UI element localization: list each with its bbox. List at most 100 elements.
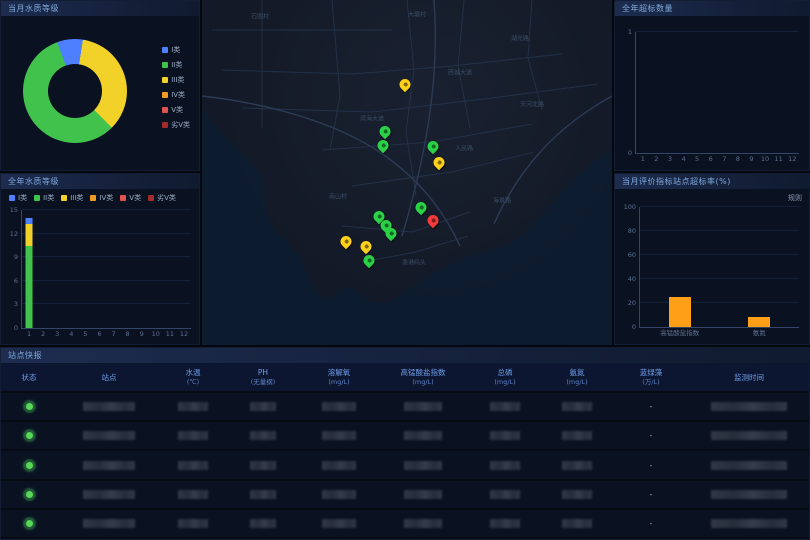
cell-station xyxy=(57,393,161,420)
status-dot xyxy=(25,402,34,411)
col-header-label: 蓝绿藻 xyxy=(613,368,689,377)
col-header-tp: 总磷(mg/L) xyxy=(469,368,541,386)
cell-ph xyxy=(225,451,301,478)
map-pin-green[interactable] xyxy=(380,126,391,137)
redacted-value xyxy=(178,402,208,411)
legend-item-class-6[interactable]: 劣V类 xyxy=(148,194,176,202)
col-header-ph: PH(无量纲) xyxy=(225,368,301,386)
legend-item-class-2[interactable]: II类 xyxy=(162,61,190,69)
table-row[interactable]: - xyxy=(1,481,809,510)
map-pin-yellow[interactable] xyxy=(361,241,372,252)
month-grade-donut-chart xyxy=(23,39,127,143)
month-rate-plot: 020406080100高锰酸盐指数氨氮 xyxy=(639,207,799,328)
cell-status xyxy=(1,510,57,537)
cell-do xyxy=(301,422,377,449)
table-row[interactable]: - xyxy=(1,451,809,480)
legend-item-class-2[interactable]: II类 xyxy=(34,194,54,202)
bar-segment-2 xyxy=(26,218,33,224)
map-pin-green[interactable] xyxy=(428,141,439,152)
status-dot xyxy=(25,490,34,499)
month-grade-legend: I类 II类 III类 IV类 V类劣V类 xyxy=(162,46,190,129)
legend-swatch xyxy=(162,107,168,113)
y-tick-label: 20 xyxy=(628,299,636,307)
legend-swatch xyxy=(90,195,96,201)
map-pin-green[interactable] xyxy=(364,255,375,266)
cell-do xyxy=(301,510,377,537)
legend-item-class-4[interactable]: IV类 xyxy=(162,91,190,99)
cell-tp xyxy=(469,393,541,420)
cell-temp xyxy=(161,481,225,508)
map-label-9: 渔港码头 xyxy=(402,258,426,267)
col-header-do: 溶解氧(mg/L) xyxy=(301,368,377,386)
x-tick-label: 4 xyxy=(681,156,685,163)
table-row[interactable]: - xyxy=(1,510,809,539)
station-map[interactable]: 石围村大塘村湖光路西城大道天河北路滨海大道人民路南山村海景路渔港码头 xyxy=(202,0,612,345)
legend-item-class-6[interactable]: 劣V类 xyxy=(162,121,190,129)
col-header-unit: (℃) xyxy=(161,378,225,386)
legend-item-class-3[interactable]: III类 xyxy=(61,194,83,202)
map-pin-yellow[interactable] xyxy=(400,79,411,90)
legend-item-class-5[interactable]: V类 xyxy=(120,194,141,202)
panel-title: 全年水质等级 xyxy=(8,177,59,186)
table-body: ----- xyxy=(1,393,809,539)
gridline xyxy=(640,302,799,303)
legend-item-class-1[interactable]: I类 xyxy=(9,194,27,202)
cell-status xyxy=(1,422,57,449)
col-header-label: 监测时间 xyxy=(689,373,809,382)
legend-item-class-1[interactable]: I类 xyxy=(162,46,190,54)
panel-month-rate: 当月评价指标站点超标率(%) 规则 020406080100高锰酸盐指数氨氮 xyxy=(614,173,810,345)
cell-tp xyxy=(469,510,541,537)
redacted-value xyxy=(322,519,356,528)
legend-label: III类 xyxy=(171,76,184,84)
table-row[interactable]: - xyxy=(1,422,809,451)
x-tick-label: 1 xyxy=(641,156,645,163)
map-pin-green[interactable] xyxy=(416,202,427,213)
redacted-value xyxy=(562,431,592,440)
redacted-value xyxy=(83,519,135,528)
year-grade-chart: 03691215123456789101112 xyxy=(1,204,199,344)
map-pin-yellow[interactable] xyxy=(341,236,352,247)
col-header-temp: 水温(℃) xyxy=(161,368,225,386)
cell-codmn xyxy=(377,510,469,537)
map-label-4: 天河北路 xyxy=(520,100,544,109)
x-tick-label: 4 xyxy=(69,331,73,338)
col-header-unit: (mg/L) xyxy=(301,378,377,386)
legend-label: 劣V类 xyxy=(171,121,190,129)
x-tick-label: 2 xyxy=(41,331,45,338)
map-label-0: 石围村 xyxy=(251,12,269,21)
redacted-value xyxy=(490,519,520,528)
legend-item-class-4[interactable]: IV类 xyxy=(90,194,113,202)
map-label-8: 海景路 xyxy=(493,196,511,205)
redacted-value xyxy=(711,461,787,470)
redacted-value xyxy=(83,490,135,499)
legend-item-class-5[interactable]: V类 xyxy=(162,106,190,114)
redacted-value xyxy=(562,490,592,499)
legend-swatch xyxy=(162,92,168,98)
map-pin-red[interactable] xyxy=(428,215,439,226)
redacted-value xyxy=(404,490,442,499)
y-tick-label: 3 xyxy=(14,300,18,308)
redacted-value xyxy=(83,402,135,411)
cell-status xyxy=(1,481,57,508)
redacted-value xyxy=(404,431,442,440)
table-row[interactable]: - xyxy=(1,393,809,422)
gridline xyxy=(636,31,799,32)
map-pin-green[interactable] xyxy=(386,228,397,239)
pin-icon xyxy=(425,213,441,229)
redacted-value xyxy=(250,402,276,411)
map-label-5: 滨海大道 xyxy=(360,114,384,123)
redacted-value xyxy=(490,490,520,499)
gridline xyxy=(640,230,799,231)
year-grade-plot: 03691215123456789101112 xyxy=(21,210,191,329)
map-pin-yellow[interactable] xyxy=(434,157,445,168)
legend-item-class-3[interactable]: III类 xyxy=(162,76,190,84)
pin-icon xyxy=(338,234,354,250)
y-tick-label: 9 xyxy=(14,253,18,261)
map-label-7: 南山村 xyxy=(329,192,347,201)
map-pin-green[interactable] xyxy=(378,140,389,151)
y-tick-label: 0 xyxy=(632,323,636,331)
year-exceed-plot: 01123456789101112 xyxy=(635,32,799,154)
x-tick-label: 6 xyxy=(97,331,101,338)
y-tick-label: 80 xyxy=(628,227,636,235)
status-dot xyxy=(25,461,34,470)
